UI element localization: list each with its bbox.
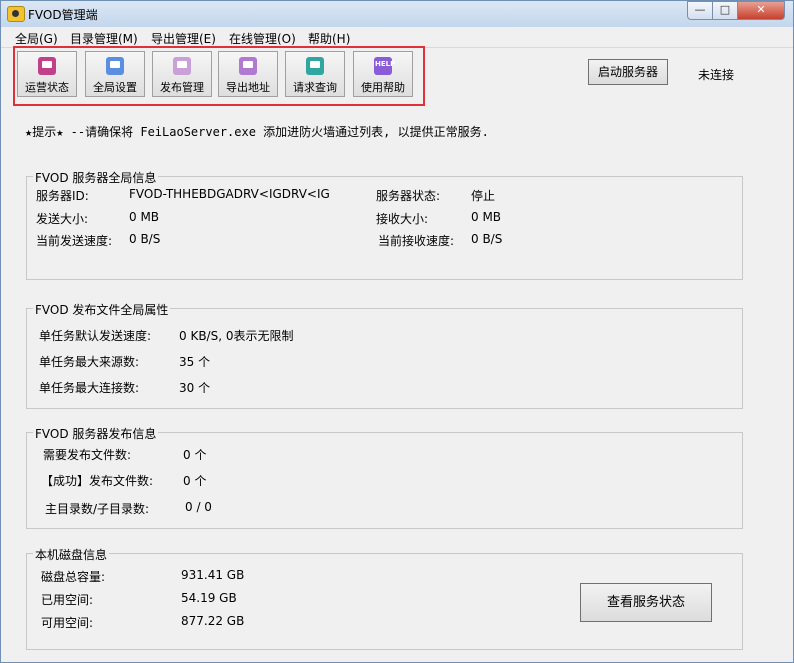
window-title: FVOD管理端 [28, 8, 98, 22]
query-icon [306, 57, 324, 75]
menu-export[interactable]: 导出管理(E) [151, 30, 216, 47]
toolbar-help-button[interactable]: HELP 使用帮助 [353, 51, 413, 97]
server-status-value: 停止 [471, 189, 496, 203]
disk-used-value: 54.19 GB [181, 591, 237, 605]
toolbar-label: 使用帮助 [361, 81, 405, 94]
max-sources-value: 35 个 [179, 355, 211, 369]
toolbar-global-settings-button[interactable]: 全局设置 [85, 51, 145, 97]
max-sources-label: 单任务最大来源数: [39, 355, 140, 369]
menu-help[interactable]: 帮助(H) [308, 30, 350, 47]
recv-speed-value: 0 B/S [471, 232, 503, 246]
dir-count-label: 主目录数/子目录数: [45, 502, 150, 516]
toolbar-operation-status-button[interactable]: 运营状态 [17, 51, 77, 97]
view-service-status-button[interactable]: 查看服务状态 [580, 583, 712, 622]
success-publish-label: 【成功】发布文件数: [41, 474, 154, 488]
recv-size-label: 接收大小: [376, 212, 429, 226]
disk-total-label: 磁盘总容量: [41, 570, 106, 584]
publish-props-group: FVOD 发布文件全局属性 单任务默认发送速度: 0 KB/S, 0表示无限制 … [26, 301, 743, 409]
toolbar-export-address-button[interactable]: 导出地址 [218, 51, 278, 97]
default-speed-value: 0 KB/S, 0表示无限制 [179, 329, 294, 343]
group-title: FVOD 服务器全局信息 [33, 169, 159, 186]
settings-icon [106, 57, 124, 75]
help-icon-text: HELP [375, 60, 396, 68]
menu-online[interactable]: 在线管理(O) [229, 30, 296, 47]
toolbar-label: 全局设置 [93, 81, 137, 94]
close-button[interactable]: ✕ [737, 1, 785, 20]
export-icon [239, 57, 257, 75]
need-publish-label: 需要发布文件数: [43, 448, 132, 462]
server-status-label: 服务器状态: [376, 189, 441, 203]
disk-free-label: 可用空间: [41, 616, 94, 630]
send-size-value: 0 MB [129, 210, 160, 224]
maximize-button[interactable]: □ [712, 1, 738, 20]
disk-total-value: 931.41 GB [181, 568, 245, 582]
dir-count-value: 0 / 0 [185, 500, 212, 514]
group-title: 本机磁盘信息 [33, 546, 110, 563]
app-window: FVOD管理端 — □ ✕ 全局(G) 目录管理(M) 导出管理(E) 在线管理… [0, 0, 794, 663]
recv-speed-label: 当前接收速度: [378, 234, 455, 248]
start-server-button[interactable]: 启动服务器 [588, 59, 668, 85]
menu-global[interactable]: 全局(G) [15, 30, 58, 47]
recv-size-value: 0 MB [471, 210, 502, 224]
group-title: FVOD 发布文件全局属性 [33, 301, 171, 318]
toolbar-label: 导出地址 [226, 81, 270, 94]
app-icon [7, 6, 25, 22]
max-conns-label: 单任务最大连接数: [39, 381, 140, 395]
toolbar-label: 发布管理 [160, 81, 204, 94]
send-size-label: 发送大小: [36, 212, 89, 226]
max-conns-value: 30 个 [179, 381, 211, 395]
toolbar-label: 运营状态 [25, 81, 69, 94]
monitor-icon [38, 57, 56, 75]
publish-icon [173, 57, 191, 75]
send-speed-value: 0 B/S [129, 232, 161, 246]
send-speed-label: 当前发送速度: [36, 234, 113, 248]
firewall-notice: ★提示★ --请确保将 FeiLaoServer.exe 添加进防火墙通过列表,… [25, 125, 489, 139]
menu-bar: 全局(G) 目录管理(M) 导出管理(E) 在线管理(O) 帮助(H) [1, 27, 793, 48]
minimize-button[interactable]: — [687, 1, 713, 20]
toolbar-request-query-button[interactable]: 请求查询 [285, 51, 345, 97]
disk-info-group: 本机磁盘信息 磁盘总容量: 931.41 GB 已用空间: 54.19 GB 可… [26, 546, 743, 650]
need-publish-value: 0 个 [183, 448, 207, 462]
server-id-label: 服务器ID: [36, 189, 89, 203]
help-icon: HELP [374, 57, 396, 75]
title-bar: FVOD管理端 — □ ✕ [1, 1, 793, 27]
connection-status: 未连接 [698, 68, 735, 82]
success-publish-value: 0 个 [183, 474, 207, 488]
default-speed-label: 单任务默认发送速度: [39, 329, 152, 343]
menu-directory[interactable]: 目录管理(M) [70, 30, 138, 47]
server-id-value: FVOD-THHEBDGADRV<IGDRV<IG [129, 187, 330, 201]
global-info-group: FVOD 服务器全局信息 服务器ID: FVOD-THHEBDGADRV<IGD… [26, 169, 743, 280]
disk-used-label: 已用空间: [41, 593, 94, 607]
toolbar-publish-button[interactable]: 发布管理 [152, 51, 212, 97]
toolbar-label: 请求查询 [293, 81, 337, 94]
disk-free-value: 877.22 GB [181, 614, 245, 628]
publish-info-group: FVOD 服务器发布信息 需要发布文件数: 0 个 【成功】发布文件数: 0 个… [26, 425, 743, 529]
group-title: FVOD 服务器发布信息 [33, 425, 159, 442]
